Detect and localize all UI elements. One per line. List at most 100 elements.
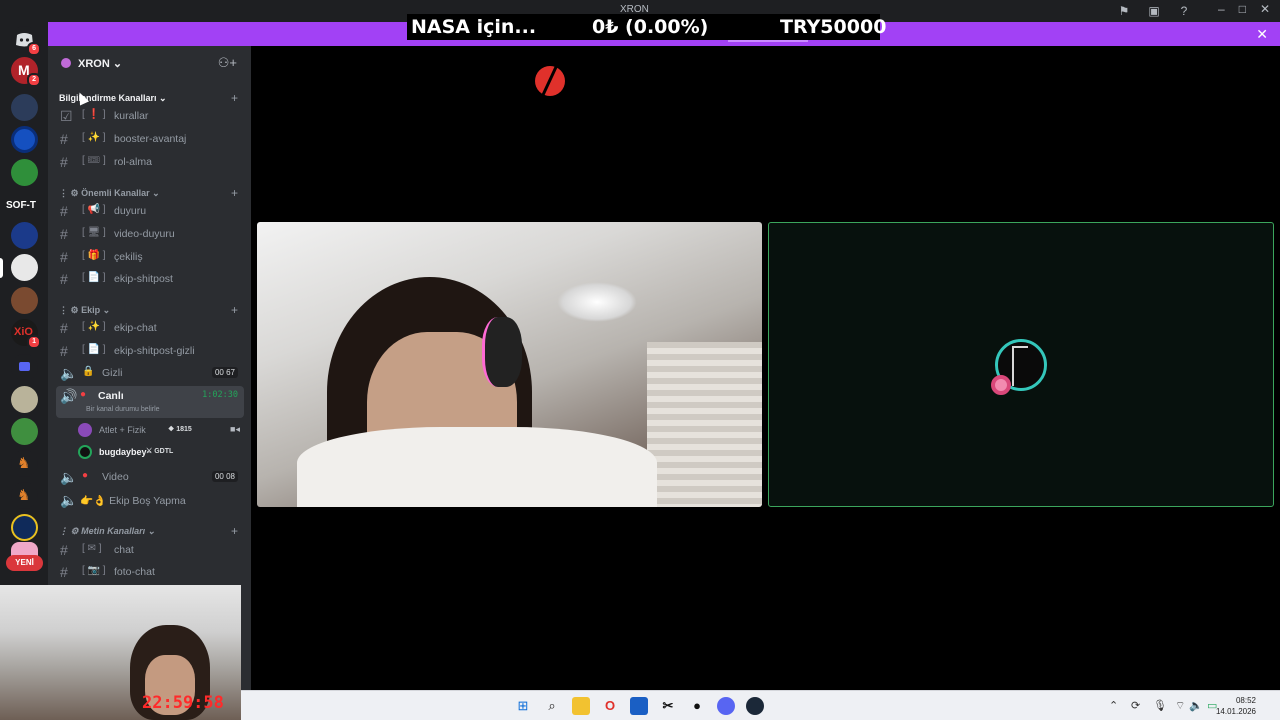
server-m-badge: 2	[27, 73, 41, 87]
channel-ekip-chat[interactable]: #[ ✨ ] ekip-chat	[56, 318, 244, 338]
video-tile-webcam[interactable]	[257, 222, 762, 507]
active-server-pill	[0, 258, 3, 278]
rules-icon: ☑	[60, 108, 73, 124]
voice-channel-gizli[interactable]: 🔈 🔒 Gizli 00 67	[56, 363, 244, 383]
channel-ekip-shitpost-gizli[interactable]: #[ 📄 ] ekip-shitpost-gizli	[56, 341, 244, 361]
folder-icon[interactable]	[572, 697, 590, 715]
category-metin[interactable]: ⋮ ⚙ Metin Kanalları ⌄	[59, 526, 155, 537]
chevron-up-icon[interactable]: ⌃	[1109, 699, 1118, 712]
banner-close-icon[interactable]: ✕	[1256, 26, 1268, 43]
store-icon[interactable]	[630, 697, 648, 715]
add-channel-icon[interactable]: +	[231, 524, 238, 538]
opera-icon[interactable]: O	[601, 697, 619, 715]
lock-icon: 🔒	[82, 366, 95, 377]
channel-chat[interactable]: #[ ✉ ] chat	[56, 540, 244, 560]
channel-foto-chat[interactable]: #[ 📷 ] foto-chat	[56, 562, 244, 582]
add-channel-icon[interactable]: +	[231, 186, 238, 200]
hash-icon: #	[60, 203, 68, 219]
channel-duyuru[interactable]: #[ 📢 ] duyuru	[56, 201, 244, 221]
channel-rol-alma[interactable]: #[ 🎟 ] rol-alma	[56, 152, 244, 172]
help-icon[interactable]: ?	[1176, 3, 1192, 19]
server-planet-icon[interactable]	[11, 94, 38, 121]
server-cat2-icon[interactable]: ♞	[11, 482, 38, 509]
inbox-icon[interactable]: ⚑	[1116, 3, 1132, 19]
mic-icon[interactable]: 🎙	[1153, 699, 1167, 712]
voice-member[interactable]: Atlet + Fizik ❖ 1815 ■◂	[78, 420, 248, 440]
hash-icon: #	[60, 542, 68, 558]
server-sky-icon[interactable]	[11, 222, 38, 249]
headset-icon	[482, 317, 522, 387]
category-onemli[interactable]: ⋮ ⚙ Önemli Kanallar ⌄	[59, 188, 160, 199]
server-avatar-icon[interactable]	[11, 287, 38, 314]
hash-icon: #	[60, 226, 68, 242]
add-channel-icon[interactable]: +	[231, 91, 238, 105]
channel-ekip-shitpost[interactable]: #[ 📄 ] ekip-shitpost	[56, 269, 244, 289]
channel-booster-avantaj[interactable]: #[ ✨ ] booster-avantaj	[56, 129, 244, 149]
new-label[interactable]: YENİ	[6, 555, 43, 571]
search-icon[interactable]: ⌕	[543, 697, 561, 715]
server-soft-label[interactable]: SOF-T	[6, 200, 36, 211]
server-badge-icon[interactable]	[11, 514, 38, 541]
server-game-icon[interactable]	[11, 159, 38, 186]
channel-video-duyuru[interactable]: #[ 🖥 ] video-duyuru	[56, 224, 244, 244]
server-cat-icon[interactable]: ♞	[11, 450, 38, 477]
hash-icon: #	[60, 249, 68, 265]
overlay-clock: 22:59:58	[142, 693, 224, 713]
server-xio-badge: 1	[27, 335, 41, 349]
add-member-icon[interactable]: ⚇+	[218, 55, 237, 71]
app-icon[interactable]: ●	[688, 697, 706, 715]
home-badge: 6	[27, 42, 41, 56]
server-xio-icon[interactable]: XiO 1	[11, 319, 41, 349]
call-timer: 1:02:30	[202, 390, 238, 400]
channel-kurallar[interactable]: ☑[ ❗ ] kurallar	[56, 106, 244, 126]
window-controls: – □ ✕	[1218, 2, 1270, 16]
server-blue-ring-icon[interactable]	[11, 126, 38, 153]
volume-icon[interactable]: 🔈	[1189, 699, 1203, 712]
discord-icon[interactable]	[717, 697, 735, 715]
speaker-icon: 🔈	[60, 492, 78, 508]
banner-pill	[728, 40, 808, 42]
maximize-button[interactable]: □	[1239, 2, 1246, 16]
category-ekip[interactable]: ⋮ ⚙ Ekip ⌄	[59, 305, 110, 316]
server-camel-icon[interactable]	[11, 418, 38, 445]
voice-channel-ekip-bos-yapma[interactable]: 🔈 👉👌 Ekip Boş Yapma	[56, 490, 244, 510]
wifi-icon[interactable]: ⌔	[1175, 699, 1185, 713]
donut-icon	[991, 375, 1011, 395]
hash-icon: #	[60, 564, 68, 580]
server-m-icon[interactable]: M 2	[11, 57, 41, 87]
server-xron-icon[interactable]	[11, 254, 38, 281]
windows-start-icon[interactable]: ⊞	[514, 697, 532, 715]
close-window-button[interactable]: ✕	[1260, 2, 1270, 16]
logo-icon	[535, 66, 565, 96]
stock-ticker: NASA için... 0₺ (0.00%) TRY50000	[407, 14, 886, 40]
server-crest-icon[interactable]	[11, 386, 38, 413]
taskbar: ⊞ ⌕ O ✂ ● ⌃ ⟳ 🎙 ⌔ 🔈 ▭ 08:52 14.01.2026	[241, 690, 1280, 720]
add-channel-icon[interactable]: +	[231, 303, 238, 317]
hash-icon: #	[60, 343, 68, 359]
avatar	[78, 445, 92, 459]
voice-member[interactable]: bugdaybey ⚔ GDTL	[78, 442, 248, 462]
discord-home-icon[interactable]: 6	[11, 26, 41, 56]
steam-icon[interactable]	[746, 697, 764, 715]
hash-icon: #	[60, 271, 68, 287]
sync-icon[interactable]: ⟳	[1131, 699, 1140, 712]
voice-channel-video[interactable]: 🔈 ● Video 00 08	[56, 467, 244, 487]
chandelier	[557, 282, 637, 322]
ticker-middle: 0₺ (0.00%)	[592, 16, 709, 38]
voice-user-count: 00 08	[211, 471, 238, 482]
voice-channel-canli[interactable]: 🔊 ● Canlı 1:02:30 Bir kanal durumu belir…	[56, 386, 244, 418]
system-clock[interactable]: 08:52 14.01.2026	[1216, 695, 1256, 717]
minimize-button[interactable]: –	[1218, 2, 1225, 16]
capcut-icon[interactable]: ✂	[659, 697, 677, 715]
hash-icon: #	[60, 320, 68, 336]
self-camera-preview: 22:59:58	[0, 585, 241, 720]
video-tile-avatar[interactable]	[768, 222, 1274, 507]
live-dot-icon: ●	[82, 470, 89, 481]
server-header[interactable]: XRON ⌄ ⚇+	[48, 46, 251, 80]
member-tag: ⚔ GDTL	[146, 448, 174, 455]
channel-cekilis[interactable]: #[ 🎁 ] çekiliş	[56, 247, 244, 267]
window-blinds	[647, 342, 762, 507]
screen-share-icon[interactable]: ▣	[1146, 3, 1162, 19]
folder-icon[interactable]	[11, 354, 38, 381]
channel-status[interactable]: Bir kanal durumu belirle	[86, 406, 160, 413]
